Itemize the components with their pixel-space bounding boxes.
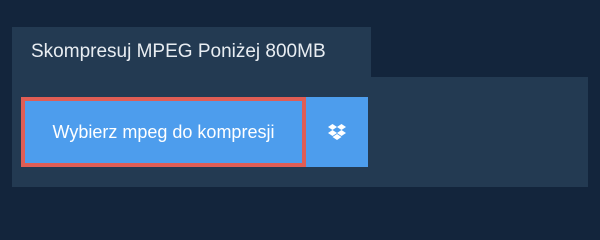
page-title: Skompresuj MPEG Poniżej 800MB [31, 41, 326, 62]
dropbox-button[interactable] [306, 97, 368, 167]
page-title-tab: Skompresuj MPEG Poniżej 800MB [12, 27, 371, 77]
upload-button-group: Wybierz mpeg do kompresji [21, 97, 368, 167]
choose-file-label: Wybierz mpeg do kompresji [52, 121, 275, 142]
dropbox-icon [328, 124, 346, 140]
choose-file-button[interactable]: Wybierz mpeg do kompresji [21, 97, 306, 167]
